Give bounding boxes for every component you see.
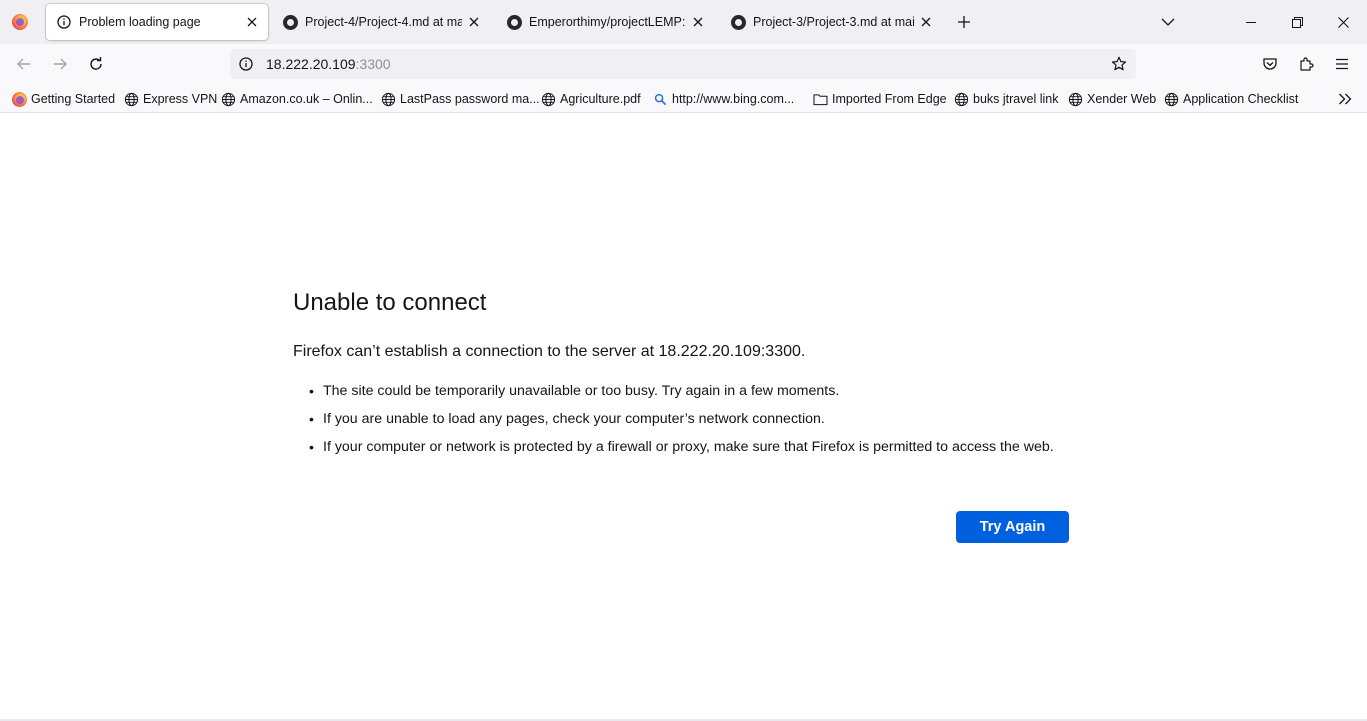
reload-icon — [90, 57, 102, 70]
reload-button[interactable] — [82, 50, 110, 78]
github-icon — [730, 14, 746, 30]
bookmark-label: Express VPN — [143, 92, 218, 106]
pocket-icon — [1263, 58, 1277, 70]
bookmark-agriculture-pdf[interactable]: Agriculture.pdf — [540, 88, 641, 110]
plus-icon — [958, 16, 970, 28]
url-port: :3300 — [355, 56, 391, 72]
firefox-view-button[interactable] — [4, 6, 36, 38]
close-icon[interactable] — [244, 14, 260, 30]
github-icon — [506, 14, 522, 30]
tab-title: Problem loading page — [79, 15, 201, 29]
extensions-button[interactable] — [1292, 50, 1320, 78]
close-icon[interactable] — [690, 14, 706, 30]
forward-button[interactable] — [46, 50, 74, 78]
navigation-toolbar: 18.222.20.109:3300 — [0, 44, 1367, 84]
error-suggestions-list: The site could be temporarily unavailabl… — [309, 381, 1083, 465]
address-bar[interactable]: 18.222.20.109:3300 — [230, 49, 1136, 79]
hamburger-icon — [1336, 58, 1348, 70]
restore-button[interactable] — [1274, 0, 1320, 44]
globe-icon — [380, 91, 396, 107]
tab-title: Emperorthimy/projectLEMP: In — [529, 15, 686, 29]
bookmark-label: Amazon.co.uk – Onlin... — [240, 92, 373, 106]
bookmark-amazon[interactable]: Amazon.co.uk – Onlin... — [220, 88, 373, 110]
bookmark-label: http://www.bing.com... — [672, 92, 795, 106]
tab-title: Project-4/Project-4.md at main — [305, 15, 462, 29]
globe-icon — [1163, 91, 1179, 107]
list-all-tabs-button[interactable] — [1156, 10, 1180, 34]
globe-icon — [220, 91, 236, 107]
bookmark-star-icon[interactable] — [1106, 51, 1132, 77]
bookmark-label: LastPass password ma... — [400, 92, 540, 106]
close-window-button[interactable] — [1320, 0, 1366, 44]
bookmark-express-vpn[interactable]: Express VPN — [123, 88, 217, 110]
close-icon[interactable] — [918, 14, 934, 30]
globe-icon — [540, 91, 556, 107]
error-description: Firefox can’t establish a connection to … — [293, 343, 806, 360]
globe-icon — [1067, 91, 1083, 107]
list-item: If your computer or network is protected… — [309, 437, 1083, 457]
tab-title: Project-3/Project-3.md at main — [753, 15, 914, 29]
bookmark-label: buks jtravel link — [973, 92, 1059, 106]
globe-icon — [123, 91, 139, 107]
close-icon[interactable] — [466, 14, 482, 30]
app-menu-button[interactable] — [1328, 50, 1356, 78]
bookmark-lastpass[interactable]: LastPass password ma... — [380, 88, 540, 110]
globe-icon — [953, 91, 969, 107]
tab-strip: Problem loading page Project-4/Project-4… — [0, 0, 1367, 44]
page-content: Unable to connect Firefox can’t establis… — [0, 113, 1367, 719]
bookmark-application-checklist[interactable]: Application Checklist — [1163, 88, 1298, 110]
bookmark-label: Xender Web — [1087, 92, 1157, 106]
tab-project-lemp[interactable]: Emperorthimy/projectLEMP: In — [496, 4, 714, 40]
error-title: Unable to connect — [293, 289, 487, 316]
url-host: 18.222.20.109 — [266, 56, 356, 72]
chevron-double-right-icon — [1339, 93, 1352, 105]
search-icon — [652, 91, 668, 107]
arrow-left-icon — [17, 58, 30, 70]
bookmark-label: Getting Started — [31, 92, 116, 106]
minimize-icon — [1246, 22, 1256, 23]
tab-project-4[interactable]: Project-4/Project-4.md at main — [272, 4, 490, 40]
list-item: If you are unable to load any pages, che… — [309, 409, 1083, 429]
minimize-button[interactable] — [1228, 0, 1274, 44]
url-text[interactable]: 18.222.20.109:3300 — [266, 56, 391, 72]
more-bookmarks-button[interactable] — [1334, 88, 1356, 110]
bookmark-xender-web[interactable]: Xender Web — [1067, 88, 1156, 110]
bookmark-bing[interactable]: http://www.bing.com... — [652, 88, 794, 110]
back-button[interactable] — [10, 50, 38, 78]
bookmark-label: Agriculture.pdf — [560, 92, 641, 106]
tab-project-3[interactable]: Project-3/Project-3.md at main — [720, 4, 942, 40]
site-info-icon[interactable] — [232, 50, 260, 78]
bookmark-folder-imported-from-edge[interactable]: Imported From Edge — [812, 88, 947, 110]
firefox-icon — [12, 14, 28, 30]
firefox-icon — [11, 91, 27, 107]
tab-problem-loading[interactable]: Problem loading page — [46, 4, 268, 40]
list-item: The site could be temporarily unavailabl… — [309, 381, 1083, 401]
bookmarks-toolbar: Getting Started Express VPN Amazon.co.uk… — [0, 84, 1367, 113]
new-tab-button[interactable] — [952, 10, 976, 34]
bookmark-getting-started[interactable]: Getting Started — [11, 88, 115, 110]
bookmark-label: Imported From Edge — [832, 92, 947, 106]
arrow-right-icon — [54, 58, 67, 70]
chevron-down-icon — [1161, 18, 1175, 26]
github-icon — [282, 14, 298, 30]
try-again-button[interactable]: Try Again — [956, 511, 1069, 543]
puzzle-icon — [1300, 57, 1314, 71]
restore-icon — [1291, 16, 1303, 28]
pocket-button[interactable] — [1256, 50, 1284, 78]
info-icon — [56, 14, 72, 30]
bookmark-buks-jtravel[interactable]: buks jtravel link — [953, 88, 1058, 110]
bookmark-label: Application Checklist — [1183, 92, 1299, 106]
folder-icon — [812, 91, 828, 107]
close-icon — [1337, 16, 1349, 28]
